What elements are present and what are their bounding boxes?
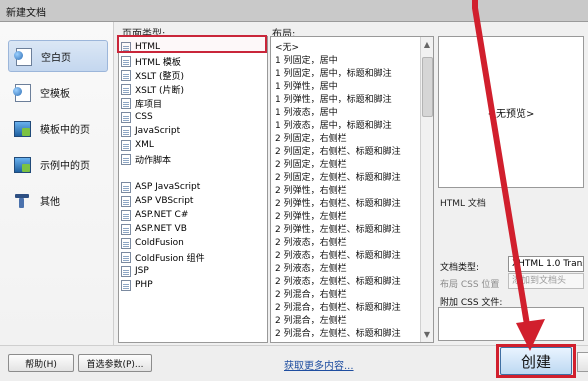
sample-page-icon [12, 154, 32, 174]
file-icon [121, 125, 131, 137]
layout-css-label: 布局 CSS 位置 [440, 280, 500, 290]
file-icon [121, 111, 131, 123]
page-type-item[interactable]: JSP [121, 264, 261, 278]
category-sample-page[interactable]: 示例中的页 [8, 148, 108, 180]
layout-item[interactable]: 2 列液态，右侧栏、标题和脚注 [275, 248, 433, 261]
page-type-item[interactable]: XSLT (片断) [121, 82, 261, 96]
file-icon [121, 69, 131, 81]
layout-item[interactable]: 1 列液态，居中 [275, 105, 433, 118]
scroll-up-icon[interactable]: ▲ [421, 39, 433, 50]
category-label: 示例中的页 [40, 160, 90, 172]
layout-item-none[interactable]: <无> [275, 40, 433, 53]
get-more-content-link[interactable]: 获取更多内容... [284, 357, 354, 372]
page-type-item[interactable]: JavaScript [121, 124, 261, 138]
template-page-icon [12, 118, 32, 138]
page-type-item[interactable]: 库项目 [121, 96, 261, 110]
window-title: 新建文档 [6, 8, 46, 19]
category-other[interactable]: 其他 [8, 184, 108, 216]
category-template-page[interactable]: 模板中的页 [8, 112, 108, 144]
file-icon [121, 195, 131, 207]
layout-item[interactable]: 2 列固定，左侧栏、标题和脚注 [275, 170, 433, 183]
page-type-item[interactable]: ColdFusion [121, 236, 261, 250]
blank-template-icon [12, 82, 32, 102]
other-icon [12, 190, 32, 210]
html-selection-highlight [117, 35, 267, 53]
category-blank-page[interactable]: 空白页 [8, 40, 108, 72]
category-label: 空模板 [40, 88, 70, 100]
category-panel: 空白页 空模板 模板中的页 示例中的页 其他 [0, 22, 114, 345]
layout-item[interactable]: 2 列固定，右侧栏 [275, 131, 433, 144]
scroll-down-icon[interactable]: ▼ [421, 329, 433, 340]
page-type-item[interactable]: CSS [121, 110, 261, 124]
file-icon [121, 83, 131, 95]
file-icon [121, 237, 131, 249]
file-icon [121, 181, 131, 193]
layout-item[interactable]: 2 列液态，左侧栏、标题和脚注 [275, 274, 433, 287]
help-button[interactable]: 帮助(H) [8, 354, 74, 372]
page-type-item[interactable]: ASP.NET VB [121, 222, 261, 236]
layout-item[interactable]: 2 列混合，左侧栏 [275, 313, 433, 326]
layout-item[interactable]: 2 列固定，右侧栏、标题和脚注 [275, 144, 433, 157]
layout-scrollbar[interactable]: ▲ ▼ [420, 37, 433, 342]
layout-item[interactable]: 2 列混合，右侧栏 [275, 287, 433, 300]
page-type-list[interactable]: HTML HTML 模板 XSLT (整页) XSLT (片断) 库项目 CSS… [118, 36, 268, 343]
layout-item[interactable]: 2 列液态，左侧栏 [275, 261, 433, 274]
page-type-item[interactable]: XSLT (整页) [121, 68, 261, 82]
file-icon [121, 139, 131, 151]
cancel-button[interactable] [577, 352, 588, 372]
category-blank-template[interactable]: 空模板 [8, 76, 108, 108]
page-type-item[interactable]: ColdFusion 组件 [121, 250, 261, 264]
blank-page-icon [13, 46, 33, 66]
page-type-item[interactable]: HTML 模板 [121, 54, 261, 68]
layout-item[interactable]: 2 列液态，右侧栏 [275, 235, 433, 248]
layout-item[interactable]: 2 列混合，右侧栏、标题和脚注 [275, 300, 433, 313]
page-type-item[interactable]: ASP.NET C# [121, 208, 261, 222]
file-icon [121, 251, 131, 263]
preferences-button[interactable]: 首选参数(P)... [78, 354, 152, 372]
page-type-item[interactable]: PHP [121, 278, 261, 292]
file-icon [121, 265, 131, 277]
file-icon [121, 55, 131, 67]
doc-type-select[interactable]: XHTML 1.0 Transit [508, 256, 584, 272]
file-icon [121, 153, 131, 165]
scroll-thumb[interactable] [422, 57, 433, 117]
page-type-item[interactable]: ASP VBScript [121, 194, 261, 208]
category-label: 其他 [40, 196, 60, 208]
create-button-annotation-frame [496, 344, 576, 378]
layout-item[interactable]: 1 列液态，居中，标题和脚注 [275, 118, 433, 131]
layout-item[interactable]: 2 列弹性，右侧栏 [275, 183, 433, 196]
file-icon [121, 209, 131, 221]
layout-item[interactable]: 2 列弹性，左侧栏 [275, 209, 433, 222]
title-bar: 新建文档 [0, 0, 588, 22]
document-description: HTML 文档 [440, 199, 486, 209]
page-type-item[interactable]: ASP JavaScript [121, 180, 261, 194]
layout-list[interactable]: <无> 1 列固定，居中 1 列固定，居中，标题和脚注 1 列弹性，居中 1 列… [270, 36, 434, 343]
file-icon [121, 223, 131, 235]
page-type-item[interactable]: XML [121, 138, 261, 152]
page-type-item[interactable]: 动作脚本 [121, 152, 261, 166]
layout-item[interactable]: 2 列混合，左侧栏、标题和脚注 [275, 326, 433, 339]
layout-item[interactable]: 1 列固定，居中，标题和脚注 [275, 66, 433, 79]
preview-pane: <无预览> [438, 36, 584, 188]
layout-item[interactable]: 1 列固定，居中 [275, 53, 433, 66]
layout-item[interactable]: 1 列弹性，居中，标题和脚注 [275, 92, 433, 105]
file-icon [121, 279, 131, 291]
category-label: 空白页 [41, 52, 71, 64]
category-label: 模板中的页 [40, 124, 90, 136]
layout-item[interactable]: 2 列弹性，右侧栏、标题和脚注 [275, 196, 433, 209]
doc-type-label: 文档类型: [440, 263, 480, 273]
layout-item[interactable]: 2 列固定，左侧栏 [275, 157, 433, 170]
layout-item[interactable]: 1 列弹性，居中 [275, 79, 433, 92]
preview-text: <无预览> [487, 108, 535, 120]
layout-item[interactable]: 2 列弹性，左侧栏、标题和脚注 [275, 222, 433, 235]
layout-css-select[interactable]: 添加到文档头 [508, 273, 584, 289]
file-icon [121, 97, 131, 109]
attach-css-list[interactable] [438, 307, 584, 341]
